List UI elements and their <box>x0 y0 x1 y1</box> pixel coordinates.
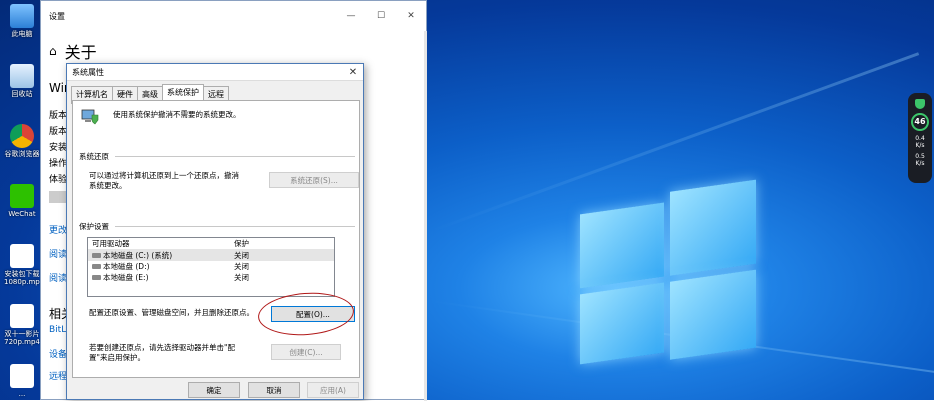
drive-icon <box>92 253 101 258</box>
chrome-icon <box>10 124 34 148</box>
settings-titlebar: 设置 — ☐ ✕ <box>41 1 426 31</box>
upload-rate: 0.4 K/s <box>915 135 925 149</box>
computer-icon <box>10 4 34 28</box>
configure-description: 配置还原设置、管理磁盘空间，并且删除还原点。 <box>89 308 254 317</box>
spec-line: 版本 <box>49 127 68 137</box>
scrollbar[interactable] <box>424 31 427 401</box>
recycle-bin-icon <box>10 64 34 88</box>
score-gauge: 46 <box>911 113 929 131</box>
drive-list-header: 可用驱动器 保护 <box>88 238 334 250</box>
spec-line: 版本 <box>49 111 68 121</box>
page-title: ⌂ 关于 <box>49 43 97 62</box>
download-rate: 0.5 K/s <box>915 153 925 167</box>
ok-button[interactable]: 确定 <box>188 382 240 398</box>
spec-line: 安装 <box>49 143 68 153</box>
read-link[interactable]: 阅读 <box>49 247 67 260</box>
spec-line: 操作 <box>49 159 68 169</box>
file-icon <box>10 304 34 328</box>
dialog-close-button[interactable]: ✕ <box>343 67 363 78</box>
drive-list: 可用驱动器 保护 本地磁盘 (C:) (系统) 关闭 本地磁盘 (D:) 关闭 … <box>87 237 335 297</box>
drive-icon <box>92 275 101 280</box>
settings-title: 设置 <box>49 11 65 21</box>
remote-link[interactable]: 远程 <box>49 369 67 382</box>
wechat-icon <box>10 184 34 208</box>
change-link[interactable]: 更改 <box>49 223 67 236</box>
desktop-icon-this-pc[interactable]: 此电脑 <box>4 4 40 38</box>
device-link[interactable]: 设备 <box>49 347 67 360</box>
restore-section-header: 系统还原 <box>79 151 355 162</box>
home-icon[interactable]: ⌂ <box>49 44 57 58</box>
spec-line: 体验 <box>49 175 68 185</box>
shield-icon <box>915 99 925 109</box>
dialog-titlebar: 系统属性 ✕ <box>67 64 363 81</box>
intro-text: 使用系统保护撤消不需要的系统更改。 <box>113 110 241 119</box>
desktop-icon-video-2[interactable]: 双十一影片720p.mp4 <box>4 304 40 346</box>
drive-row[interactable]: 本地磁盘 (E:) 关闭 <box>88 272 334 283</box>
drive-icon <box>92 264 101 269</box>
create-button[interactable]: 创建(C)... <box>271 344 341 360</box>
computer-shield-icon <box>81 109 99 125</box>
cancel-button[interactable]: 取消 <box>248 382 300 398</box>
desktop-icon-wechat[interactable]: WeChat <box>4 184 40 218</box>
protection-section-header: 保护设置 <box>79 221 355 232</box>
system-properties-dialog: 系统属性 ✕ 计算机名 硬件 高级 系统保护 远程 使用系统保护撤消不需要的系统… <box>66 63 364 400</box>
file-icon <box>10 244 34 268</box>
system-protection-panel: 使用系统保护撤消不需要的系统更改。 系统还原 可以通过将计算机还原到上一个还原点… <box>72 100 360 378</box>
column-protection[interactable]: 保护 <box>234 238 334 249</box>
desktop-icon-recycle-bin[interactable]: 回收站 <box>4 64 40 98</box>
desktop-icon-file[interactable]: ... <box>4 364 40 398</box>
column-drives[interactable]: 可用驱动器 <box>88 238 234 249</box>
drive-row[interactable]: 本地磁盘 (D:) 关闭 <box>88 261 334 272</box>
minimize-button[interactable]: — <box>336 11 366 21</box>
system-restore-button[interactable]: 系统还原(S)... <box>269 172 359 188</box>
restore-description: 可以通过将计算机还原到上一个还原点，撤消系统更改。 <box>89 171 239 190</box>
maximize-button[interactable]: ☐ <box>366 11 396 21</box>
desktop-icon-chrome[interactable]: 谷歌浏览器 <box>4 124 40 158</box>
dialog-title: 系统属性 <box>72 67 104 77</box>
read-link[interactable]: 阅读 <box>49 271 67 284</box>
file-icon <box>10 364 34 388</box>
apply-button[interactable]: 应用(A) <box>307 382 359 398</box>
close-button[interactable]: ✕ <box>396 11 426 21</box>
network-monitor-widget[interactable]: 46 0.4 K/s 0.5 K/s <box>908 93 932 183</box>
desktop-icon-video-1[interactable]: 安装包下载1080p.mp4 <box>4 244 44 286</box>
drive-row[interactable]: 本地磁盘 (C:) (系统) 关闭 <box>88 250 334 261</box>
windows-logo <box>580 179 756 373</box>
create-description: 若要创建还原点，请先选择驱动器并单击"配置"来启用保护。 <box>89 343 235 362</box>
